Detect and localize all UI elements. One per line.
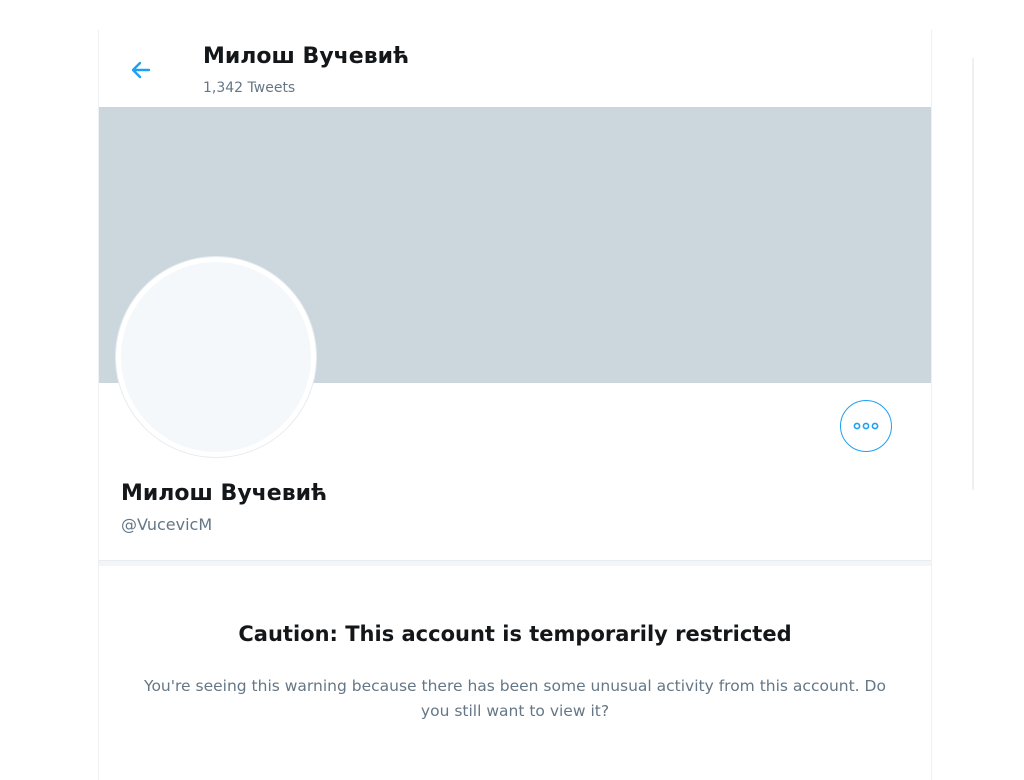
tweet-count: 1,342 Tweets [203, 80, 296, 96]
section-divider [99, 560, 931, 566]
profile-handle: @VucevicM [121, 515, 213, 534]
sidebar-edge [972, 58, 974, 490]
arrow-left-icon[interactable] [127, 56, 155, 84]
profile-name: Милош Вучевић [121, 481, 328, 506]
header-title: Милош Вучевић [203, 44, 410, 69]
page: Милош Вучевић 1,342 Tweets Милош Вучевић… [0, 0, 1024, 780]
more-button[interactable] [840, 400, 892, 452]
more-horizontal-icon [853, 422, 879, 430]
profile-column: Милош Вучевић 1,342 Tweets Милош Вучевић… [98, 30, 932, 780]
caution-title: Caution: This account is temporarily res… [238, 622, 792, 646]
profile-header: Милош Вучевић 1,342 Tweets [99, 30, 931, 107]
caution-message: You're seeing this warning because there… [144, 677, 886, 720]
avatar[interactable] [116, 257, 316, 457]
